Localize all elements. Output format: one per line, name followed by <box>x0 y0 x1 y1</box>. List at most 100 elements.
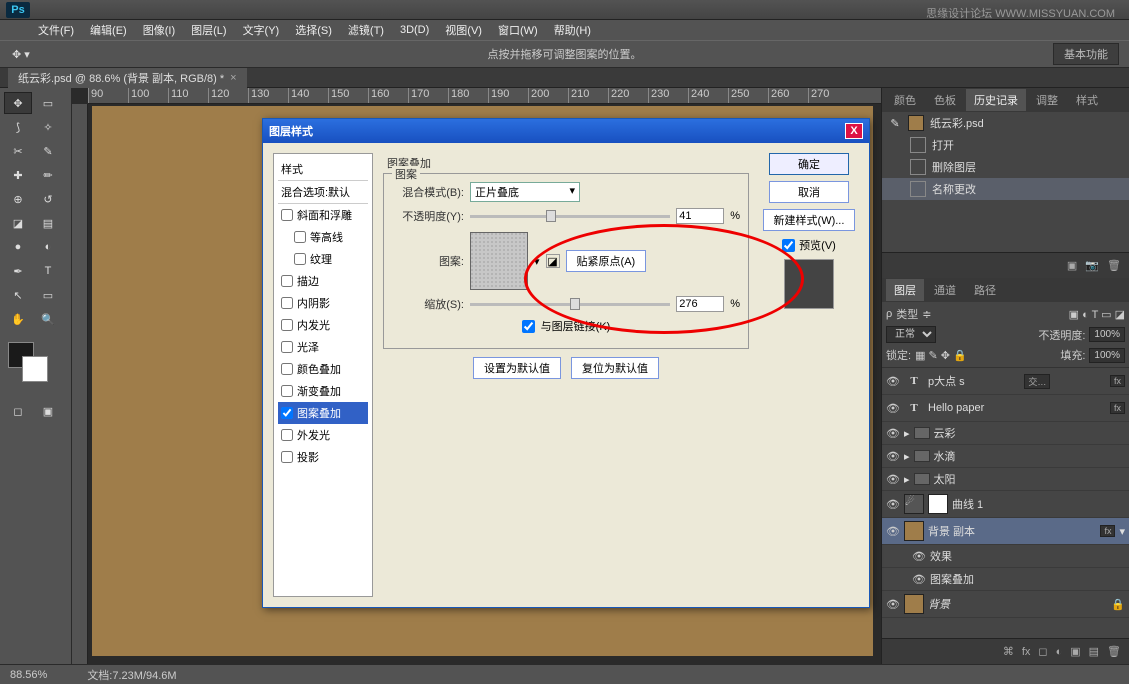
layer-item[interactable]: 👁背景🔒 <box>882 591 1129 618</box>
layer-item[interactable]: 👁Tp大点 s交…fx <box>882 368 1129 395</box>
screen-mode-tool[interactable]: ▣ <box>34 400 62 422</box>
new-preset-icon[interactable]: ◪ <box>546 254 560 268</box>
menu-view[interactable]: 视图(V) <box>437 20 490 40</box>
tab-history[interactable]: 历史记录 <box>966 89 1026 111</box>
quickmask-tool[interactable]: ◻ <box>4 400 32 422</box>
visibility-icon[interactable]: 👁 <box>886 374 900 388</box>
new-layer-icon[interactable]: ▤ <box>1089 645 1099 658</box>
lock-icons[interactable]: ▦ ✎ ✥ 🔒 <box>915 349 967 362</box>
type-tool[interactable]: T <box>34 260 62 282</box>
history-item[interactable]: 打开 <box>882 134 1129 156</box>
styles-header[interactable]: 样式 <box>278 158 368 181</box>
menu-file[interactable]: 文件(F) <box>30 20 82 40</box>
marquee-tool[interactable]: ▭ <box>34 92 62 114</box>
menu-filter[interactable]: 滤镜(T) <box>340 20 392 40</box>
menu-help[interactable]: 帮助(H) <box>546 20 599 40</box>
fx-icon[interactable]: fx <box>1022 646 1031 658</box>
tab-channels[interactable]: 通道 <box>926 279 964 301</box>
visibility-icon[interactable]: 👁 <box>886 426 900 440</box>
tab-adjustments[interactable]: 调整 <box>1028 89 1066 111</box>
layer-item[interactable]: 👁▸水滴 <box>882 445 1129 468</box>
style-stroke[interactable]: 描边 <box>278 270 368 292</box>
dodge-tool[interactable]: ◐ <box>34 236 62 258</box>
wand-tool[interactable]: ✧ <box>34 116 62 138</box>
history-brush-tool[interactable]: ↺ <box>34 188 62 210</box>
visibility-icon[interactable]: 👁 <box>886 472 900 486</box>
opacity-slider[interactable] <box>470 215 670 218</box>
pattern-swatch[interactable] <box>470 232 528 290</box>
style-gradientoverlay[interactable]: 渐变叠加 <box>278 380 368 402</box>
filter-icons[interactable]: ▣ ◐ T ▭ ◪ <box>1069 308 1125 321</box>
visibility-icon[interactable]: 👁 <box>886 597 900 611</box>
mask-icon[interactable]: ◻ <box>1038 645 1047 658</box>
style-satin[interactable]: 光泽 <box>278 336 368 358</box>
stamp-tool[interactable]: ⊕ <box>4 188 32 210</box>
close-tab-icon[interactable]: × <box>230 72 236 84</box>
visibility-icon[interactable]: 👁 <box>886 524 900 538</box>
scale-input[interactable] <box>676 296 724 312</box>
style-patternoverlay[interactable]: 图案叠加 <box>278 402 368 424</box>
history-item[interactable]: 名称更改 <box>882 178 1129 200</box>
menu-type[interactable]: 文字(Y) <box>235 20 288 40</box>
adjustment-icon[interactable]: ◐ <box>1056 646 1063 658</box>
visibility-icon[interactable]: 👁 <box>886 449 900 463</box>
opacity-input[interactable]: 100% <box>1089 327 1125 342</box>
layer-effect[interactable]: 👁图案叠加 <box>882 568 1129 591</box>
visibility-icon[interactable]: 👁 <box>912 572 926 586</box>
tab-color[interactable]: 颜色 <box>886 89 924 111</box>
style-outerglow[interactable]: 外发光 <box>278 424 368 446</box>
layer-item[interactable]: 👁▸云彩 <box>882 422 1129 445</box>
history-snapshot[interactable]: ✎ 纸云彩.psd <box>882 112 1129 134</box>
menu-select[interactable]: 选择(S) <box>287 20 340 40</box>
menu-layer[interactable]: 图层(L) <box>183 20 234 40</box>
chevron-down-icon[interactable]: ▾ <box>534 255 540 268</box>
blur-tool[interactable]: ● <box>4 236 32 258</box>
zoom-tool[interactable]: 🔍 <box>34 308 62 330</box>
reset-default-button[interactable]: 复位为默认值 <box>571 357 659 379</box>
eraser-tool[interactable]: ◪ <box>4 212 32 234</box>
gradient-tool[interactable]: ▤ <box>34 212 62 234</box>
history-item[interactable]: 删除图层 <box>882 156 1129 178</box>
style-contour[interactable]: 等高线 <box>278 226 368 248</box>
tab-layers[interactable]: 图层 <box>886 279 924 301</box>
layer-item[interactable]: 👁▸太阳 <box>882 468 1129 491</box>
menu-window[interactable]: 窗口(W) <box>490 20 546 40</box>
group-icon[interactable]: ▣ <box>1070 645 1080 658</box>
link-checkbox[interactable] <box>522 320 535 333</box>
blending-options[interactable]: 混合选项:默认 <box>278 181 368 204</box>
scale-slider[interactable] <box>470 303 670 306</box>
style-innerglow[interactable]: 内发光 <box>278 314 368 336</box>
ok-button[interactable]: 确定 <box>769 153 849 175</box>
visibility-icon[interactable]: 👁 <box>886 497 900 511</box>
style-bevel[interactable]: 斜面和浮雕 <box>278 204 368 226</box>
preview-checkbox[interactable] <box>782 239 795 252</box>
brush-tool[interactable]: ✏ <box>34 164 62 186</box>
tab-swatches[interactable]: 色板 <box>926 89 964 111</box>
shape-tool[interactable]: ▭ <box>34 284 62 306</box>
eyedropper-tool[interactable]: ✎ <box>34 140 62 162</box>
make-default-button[interactable]: 设置为默认值 <box>473 357 561 379</box>
blend-mode-combo[interactable]: 正片叠底▾ <box>470 182 580 202</box>
fill-input[interactable]: 100% <box>1089 348 1125 363</box>
style-coloroverlay[interactable]: 颜色叠加 <box>278 358 368 380</box>
tab-paths[interactable]: 路径 <box>966 279 1004 301</box>
zoom-level[interactable]: 88.56% <box>10 669 47 681</box>
move-tool[interactable]: ✥ <box>4 92 32 114</box>
visibility-icon[interactable]: 👁 <box>912 549 926 563</box>
link-icon[interactable]: ⌘ <box>1003 645 1014 658</box>
tab-styles[interactable]: 样式 <box>1068 89 1106 111</box>
blend-mode-select[interactable]: 正常 <box>886 326 936 343</box>
pen-tool[interactable]: ✒ <box>4 260 32 282</box>
style-innershadow[interactable]: 内阴影 <box>278 292 368 314</box>
menu-image[interactable]: 图像(I) <box>135 20 183 40</box>
cancel-button[interactable]: 取消 <box>769 181 849 203</box>
background-swatch[interactable] <box>22 356 48 382</box>
snap-origin-button[interactable]: 贴紧原点(A) <box>566 250 647 272</box>
heal-tool[interactable]: ✚ <box>4 164 32 186</box>
camera-icon[interactable]: ▣ <box>1067 259 1077 272</box>
close-icon[interactable]: X <box>845 123 863 139</box>
new-snapshot-icon[interactable]: 📷 <box>1085 259 1099 272</box>
trash-icon[interactable]: 🗑 <box>1107 259 1121 272</box>
style-texture[interactable]: 纹理 <box>278 248 368 270</box>
document-tab[interactable]: 纸云彩.psd @ 88.6% (背景 副本, RGB/8) * × <box>8 68 247 88</box>
